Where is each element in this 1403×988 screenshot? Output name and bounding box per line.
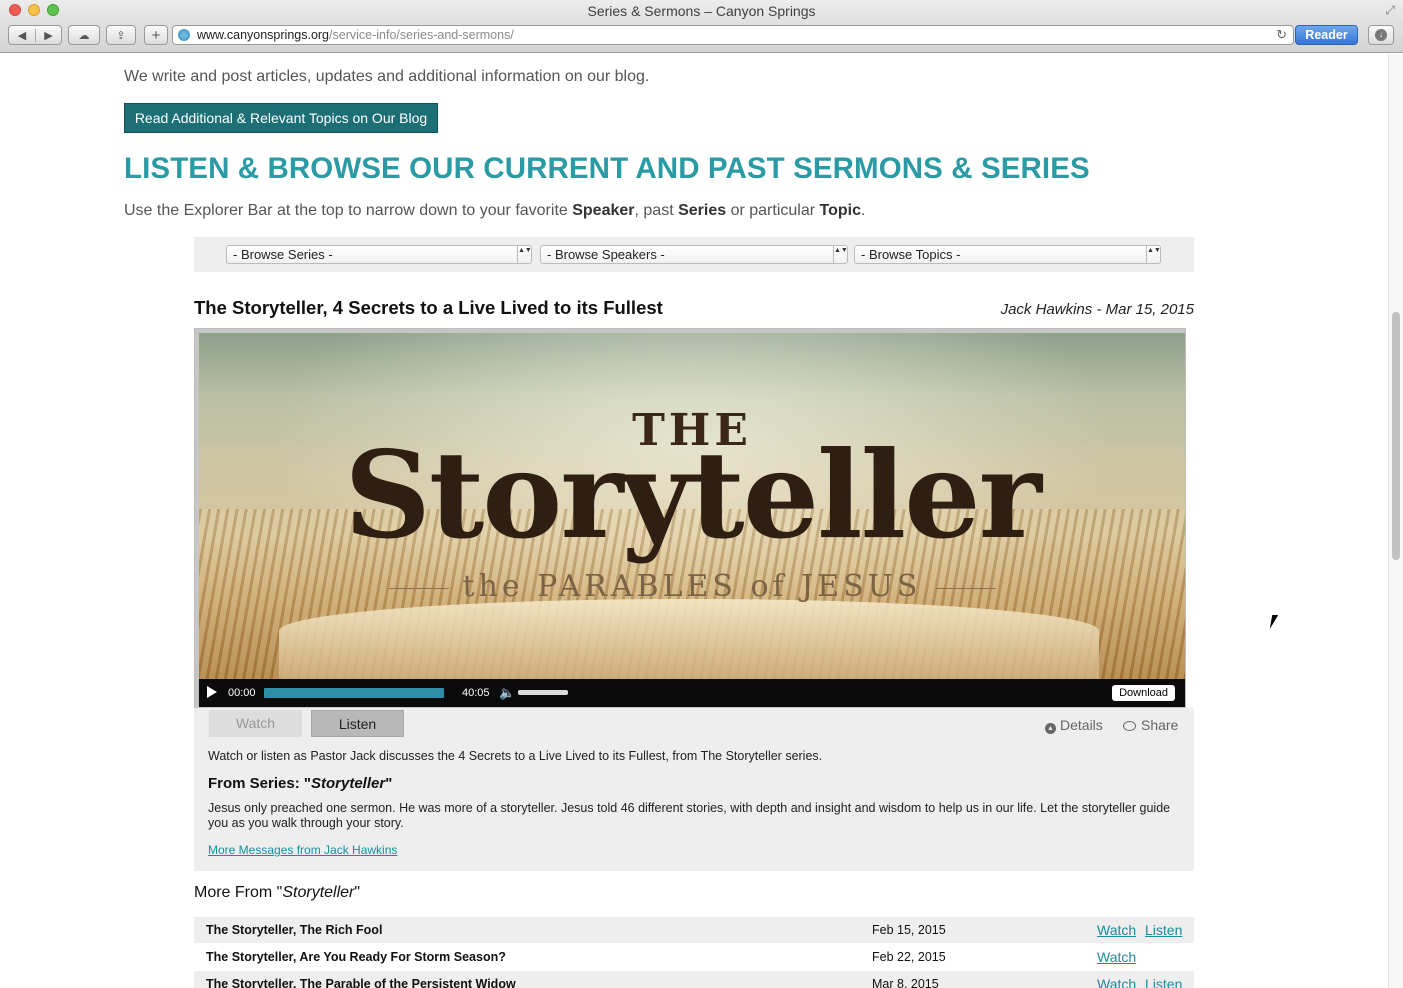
note-speaker: Speaker <box>572 202 635 219</box>
row-date: Feb 15, 2015 <box>872 923 946 937</box>
volume-slider[interactable] <box>518 690 568 695</box>
download-button[interactable]: Download <box>1112 685 1175 701</box>
download-icon: ↓ <box>1375 29 1387 41</box>
browse-topics-select[interactable]: - Browse Topics - ▲▼ <box>854 245 1161 264</box>
progress-bar[interactable] <box>264 688 444 698</box>
series-description: Jesus only preached one sermon. He was m… <box>208 801 1171 830</box>
note-topic: Topic <box>819 202 861 219</box>
share-icon: ⇪ <box>116 29 126 42</box>
mouse-cursor-icon <box>1269 615 1279 629</box>
browser-toolbar: Series & Sermons – Canyon Springs ⤢ ◀ ▶ … <box>0 0 1403 53</box>
back-arrow-icon[interactable]: ◀ <box>9 29 35 42</box>
sermon-speaker-date: Jack Hawkins - Mar 15, 2015 <box>1000 301 1194 318</box>
explorer-instructions: Use the Explorer Bar at the top to narro… <box>124 202 865 220</box>
downloads-button[interactable]: ↓ <box>1368 25 1394 45</box>
row-listen-link[interactable]: Listen <box>1145 971 1182 988</box>
duration: 40:05 <box>462 687 490 699</box>
back-forward-buttons: ◀ ▶ <box>8 25 62 45</box>
share-button[interactable]: ⇪ <box>106 25 136 45</box>
speech-bubble-icon <box>1123 721 1136 731</box>
chevron-up-icon: ▲ <box>1045 723 1056 734</box>
share-link[interactable]: Share <box>1123 717 1178 733</box>
row-listen-link[interactable]: Listen <box>1145 917 1182 943</box>
browse-series-value: - Browse Series - <box>233 247 333 262</box>
browse-topics-value: - Browse Topics - <box>861 247 961 262</box>
note-part: . <box>860 202 866 219</box>
scrollbar-thumb[interactable] <box>1392 312 1400 560</box>
sermon-title: The Storyteller, 4 Secrets to a Live Liv… <box>194 297 663 318</box>
browse-speakers-select[interactable]: - Browse Speakers - ▲▼ <box>540 245 848 264</box>
page-heading: LISTEN & BROWSE OUR CURRENT AND PAST SER… <box>124 152 1090 185</box>
sermon-description: Watch or listen as Pastor Jack discusses… <box>208 749 823 763</box>
artwork-title: Storyteller <box>344 425 1042 566</box>
media-player: THE Storyteller the PARABLES of JESUS 00… <box>194 328 1186 710</box>
details-label: Details <box>1060 717 1103 733</box>
note-part: or particular <box>726 202 820 219</box>
from-series-name: Storyteller <box>310 775 386 792</box>
play-icon[interactable] <box>207 686 217 698</box>
more-from-heading: More From "Storyteller" <box>194 884 360 902</box>
browse-series-select[interactable]: - Browse Series - ▲▼ <box>226 245 532 264</box>
site-globe-icon <box>178 29 190 41</box>
new-tab-button[interactable]: + <box>144 25 168 45</box>
tab-listen[interactable]: Listen <box>311 710 404 737</box>
reader-button[interactable]: Reader <box>1295 25 1358 45</box>
row-watch-link[interactable]: Watch <box>1097 917 1136 943</box>
current-time: 00:00 <box>228 687 256 699</box>
select-arrows-icon: ▲▼ <box>517 246 532 263</box>
reload-icon[interactable]: ↻ <box>1276 26 1287 44</box>
window-title: Series & Sermons – Canyon Springs <box>587 3 816 19</box>
read-blog-button[interactable]: Read Additional & Relevant Topics on Our… <box>124 103 438 133</box>
plus-icon: + <box>151 26 161 44</box>
more-from-series: Storyteller <box>282 884 355 901</box>
row-title: The Storyteller, The Rich Fool <box>206 923 383 937</box>
from-series-heading: From Series: "Storyteller" <box>208 775 392 792</box>
select-arrows-icon: ▲▼ <box>1146 246 1161 263</box>
select-arrows-icon: ▲▼ <box>833 246 848 263</box>
explorer-bar: - Browse Series - ▲▼ - Browse Speakers -… <box>194 237 1194 272</box>
more-messages-link[interactable]: More Messages from Jack Hawkins <box>208 843 397 857</box>
from-series-prefix: From Series: " <box>208 775 311 792</box>
share-label: Share <box>1141 717 1179 733</box>
cloud-icon: ☁ <box>78 29 90 42</box>
forward-arrow-icon[interactable]: ▶ <box>35 28 61 42</box>
more-from-suffix: " <box>354 884 361 901</box>
player-controls: 00:00 40:05 🔈 Download <box>199 679 1185 707</box>
fullscreen-icon[interactable]: ⤢ <box>1385 3 1395 18</box>
row-date: Mar 8, 2015 <box>872 977 939 988</box>
note-part: , past <box>634 202 679 219</box>
table-row: The Storyteller, The Rich Fool Feb 15, 2… <box>194 917 1194 943</box>
details-link[interactable]: ▲ Details <box>1045 717 1103 734</box>
table-row: The Storyteller, Are You Ready For Storm… <box>194 944 1194 970</box>
row-title: The Storyteller, Are You Ready For Storm… <box>206 950 506 964</box>
tab-watch[interactable]: Watch <box>209 710 302 737</box>
row-title: The Storyteller, The Parable of the Pers… <box>206 977 516 988</box>
speaker-icon[interactable]: 🔈 <box>499 685 515 701</box>
row-watch-link[interactable]: Watch <box>1097 944 1136 970</box>
artwork-subtitle: the PARABLES of JESUS <box>199 569 1185 604</box>
table-row: The Storyteller, The Parable of the Pers… <box>194 971 1194 988</box>
icloud-tabs-button[interactable]: ☁ <box>68 25 100 45</box>
more-from-prefix: More From " <box>194 884 283 901</box>
open-book-graphic <box>279 599 1099 679</box>
address-bar[interactable]: www.canyonsprings.org/service-info/serie… <box>172 25 1294 45</box>
browse-speakers-value: - Browse Speakers - <box>547 247 665 262</box>
sermon-details-panel: Watch Listen ▲ Details Share Watch or lis… <box>194 708 1194 871</box>
note-part: Use the Explorer Bar at the top to narro… <box>124 202 573 219</box>
row-date: Feb 22, 2015 <box>872 950 946 964</box>
row-watch-link[interactable]: Watch <box>1097 971 1136 988</box>
sermon-artwork: THE Storyteller the PARABLES of JESUS <box>199 333 1185 679</box>
url-path: /service-info/series-and-sermons/ <box>329 28 514 42</box>
blog-intro-text: We write and post articles, updates and … <box>124 68 650 85</box>
note-series: Series <box>678 202 727 219</box>
from-series-suffix: " <box>385 775 393 792</box>
url-host: www.canyonsprings.org <box>197 28 330 42</box>
